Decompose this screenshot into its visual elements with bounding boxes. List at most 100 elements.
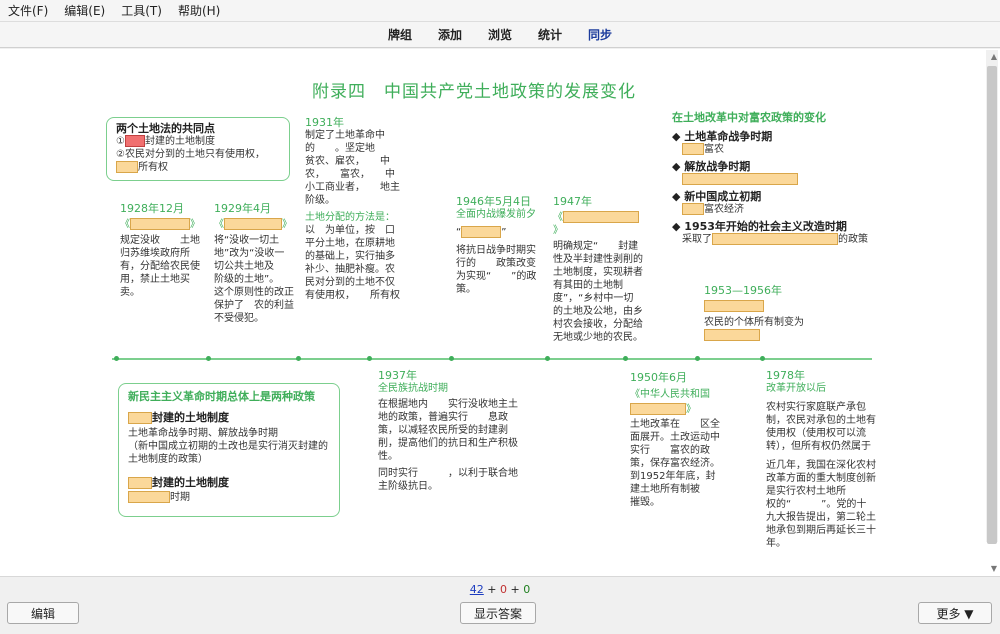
rich-p4: 1953年开始的社会主义改造时期 — [684, 220, 847, 233]
count-due: 0 — [523, 583, 531, 596]
rich-p1: 土地革命战争时期 — [684, 130, 773, 143]
timeline-dot — [114, 356, 119, 361]
tab-decks[interactable]: 牌组 — [375, 26, 425, 43]
common-heading: 两个土地法的共同点 — [116, 122, 215, 135]
event-1937-title: 全民族抗战时期 — [378, 383, 448, 394]
timeline-dot — [695, 356, 700, 361]
count-sep: + — [510, 583, 520, 596]
page-title: 附录四 中国共产党土地政策的发展变化 — [312, 82, 636, 102]
menu-tools[interactable]: 工具(T) — [113, 2, 170, 19]
rich-p3v: 富农经济 — [704, 204, 744, 215]
event-1928: 1928年12月 《》 规定没收 土地归苏维埃政府所有，分配给农民使用，禁止土地… — [120, 202, 200, 298]
rich-p3: 新中国成立初期 — [684, 190, 762, 203]
edit-button[interactable]: 编辑 — [7, 602, 79, 624]
more-button[interactable]: 更多 ▼ — [918, 602, 992, 624]
blank[interactable] — [704, 329, 760, 341]
rich-p2: 解放战争时期 — [684, 160, 751, 173]
rich-heading: 在土地改革中对富农政策的变化 — [672, 111, 826, 124]
stage-a2: （新中国成立初期的土改也是实行消灭封建的土地制度的政策） — [128, 441, 328, 465]
blank[interactable] — [128, 491, 170, 503]
blank[interactable] — [712, 233, 838, 245]
scroll-down-icon[interactable]: ▼ — [991, 564, 997, 573]
event-1978: 1978年 改革开放以后 农村实行家庭联产承包制，农民对承包的土地有使用权（使用… — [766, 369, 896, 550]
date-1947: 1947年 — [553, 195, 592, 208]
blank[interactable] — [682, 203, 704, 215]
menu-help[interactable]: 帮助(H) — [170, 2, 228, 19]
tab-stats[interactable]: 统计 — [525, 26, 575, 43]
tab-add[interactable]: 添加 — [425, 26, 475, 43]
rich-p4b: 的政策 — [838, 234, 868, 245]
blank[interactable] — [224, 218, 282, 230]
text-1947: 明确规定“ 封建性及半封建性剥削的土地制度，实现耕者有其田的土地制度”，“乡村中… — [553, 241, 654, 343]
common-line1: 封建的土地制度 — [144, 136, 215, 147]
blank[interactable] — [563, 211, 639, 223]
blank[interactable] — [682, 173, 798, 185]
common-num: ① — [116, 136, 125, 147]
text-1929a: 将“没收一切土地”改为“没收一切公共土地及 阶级的土地”。 — [214, 235, 294, 285]
stage-b1: 时期 — [170, 492, 190, 503]
text-1937b: 同时实行 ，以利于联合地主阶级抗日。 — [378, 468, 518, 492]
text-1928: 规定没收 土地归苏维埃政府所有，分配给农民使用，禁止土地买卖。 — [120, 235, 200, 298]
event-1978-title: 改革开放以后 — [766, 383, 826, 394]
blank[interactable] — [704, 300, 764, 312]
timeline-dot — [206, 356, 211, 361]
blank[interactable] — [116, 161, 138, 173]
blank[interactable] — [128, 477, 152, 489]
event-1947: 1947年 《》 明确规定“ 封建性及半封建性剥削的土地制度，实现耕者有其田的土… — [553, 195, 654, 343]
blank[interactable] — [682, 143, 704, 155]
timeline-dot — [760, 356, 765, 361]
event-1937: 1937年 全民族抗战时期 在根据地内 实行没收地主土地的政策，普遍实行 息政策… — [378, 369, 524, 493]
text-1931a: 制定了土地革命中的 。坚定地 贫农、雇农， 中农， 富农， 中小工商业者， 地主… — [305, 130, 400, 206]
common-line2: ②农民对分到的土地只有使用权， — [116, 149, 265, 160]
stage-a1: 土地革命战争时期、解放战争时期 — [128, 428, 278, 439]
event-1931: 1931年 制定了土地革命中的 。坚定地 贫农、雇农， 中农， 富农， 中小工商… — [305, 116, 400, 302]
stage-b: 封建的土地制度 — [152, 476, 229, 489]
stage-heading: 新民主主义革命时期总体上是两种政策 — [128, 390, 315, 403]
blank[interactable] — [461, 226, 502, 238]
bottom-bar: 42 + 0 + 0 编辑 显示答案 更多 ▼ — [0, 576, 1000, 634]
two-policies: 新民主主义革命时期总体上是两种政策 封建的土地制度 土地革命战争时期、解放战争时… — [128, 390, 334, 504]
show-answer-button[interactable]: 显示答案 — [460, 602, 536, 624]
event-1950-title: 《中华人民共和国 — [630, 389, 710, 400]
text-1937a: 在根据地内 实行没收地主土地的政策，普遍实行 息政策，以减轻农民所受的封建剥削，… — [378, 399, 518, 462]
text-1931b: 以 为单位，按 口平分土地，在原耕地的基础上，实行抽多补少、抽肥补瘦。农民对分到… — [305, 225, 400, 301]
timeline-dot — [449, 356, 454, 361]
blank[interactable] — [128, 412, 152, 424]
count-new[interactable]: 42 — [470, 583, 484, 596]
timeline-dot — [296, 356, 301, 361]
event-1953: 1953—1956年 农民的个体所有制变为 — [704, 284, 804, 342]
blank[interactable] — [630, 403, 686, 415]
text-1953: 农民的个体所有制变为 — [704, 317, 804, 328]
tab-browse[interactable]: 浏览 — [475, 26, 525, 43]
rich-p1v: 富农 — [704, 144, 724, 155]
card-content: 附录四 中国共产党土地政策的发展变化 两个土地法的共同点 ① 封建的土地制度 ②农… — [0, 49, 1000, 576]
review-counts: 42 + 0 + 0 — [0, 583, 1000, 596]
event-1946-title: 全面内战爆发前夕 — [456, 209, 536, 220]
timeline — [112, 358, 872, 360]
menu-bar: 文件(F) 编辑(E) 工具(T) 帮助(H) — [0, 0, 1000, 22]
menu-file[interactable]: 文件(F) — [0, 2, 56, 19]
event-1929: 1929年4月 《》 将“没收一切土地”改为“没收一切公共土地及 阶级的土地”。… — [214, 202, 294, 324]
scrollbar-thumb[interactable] — [987, 66, 997, 544]
blank[interactable] — [130, 218, 190, 230]
event-1946: 1946年5月4日 全面内战爆发前夕 “” 将抗日战争时期实行的 政策改变为实现… — [456, 195, 537, 295]
top-toolbar: 牌组 添加 浏览 统计 同步 — [0, 22, 1000, 48]
date-1931: 1931年 — [305, 116, 344, 129]
count-sep: + — [487, 583, 497, 596]
menu-edit[interactable]: 编辑(E) — [56, 2, 113, 19]
rich-peasant-policy: 在土地改革中对富农政策的变化 ◆ 土地革命战争时期 富农 ◆ 解放战争时期 ◆ … — [672, 111, 882, 246]
count-learn: 0 — [500, 583, 507, 596]
timeline-dot — [367, 356, 372, 361]
text-1929b: 这个原则性的改正保护了 农的利益不受侵犯。 — [214, 287, 294, 324]
text-1978a: 农村实行家庭联产承包制，农民对承包的土地有使用权（使用权可以流转），但所有权仍然… — [766, 402, 891, 452]
timeline-dot — [545, 356, 550, 361]
tab-sync[interactable]: 同步 — [575, 26, 625, 43]
event-1950: 1950年6月 《中华人民共和国 》 土地改革在 区全面展开。土改运动中实行 富… — [630, 371, 720, 508]
blank[interactable] — [124, 135, 145, 147]
date-1953: 1953—1956年 — [704, 284, 782, 297]
common-line3: 所有权 — [138, 162, 168, 173]
timeline-dot — [623, 356, 628, 361]
date-1946: 1946年5月4日 — [456, 195, 531, 208]
text-1946: 将抗日战争时期实行的 政策改变为实现“ ”的政策。 — [456, 245, 537, 295]
scroll-up-icon[interactable]: ▲ — [991, 52, 997, 61]
